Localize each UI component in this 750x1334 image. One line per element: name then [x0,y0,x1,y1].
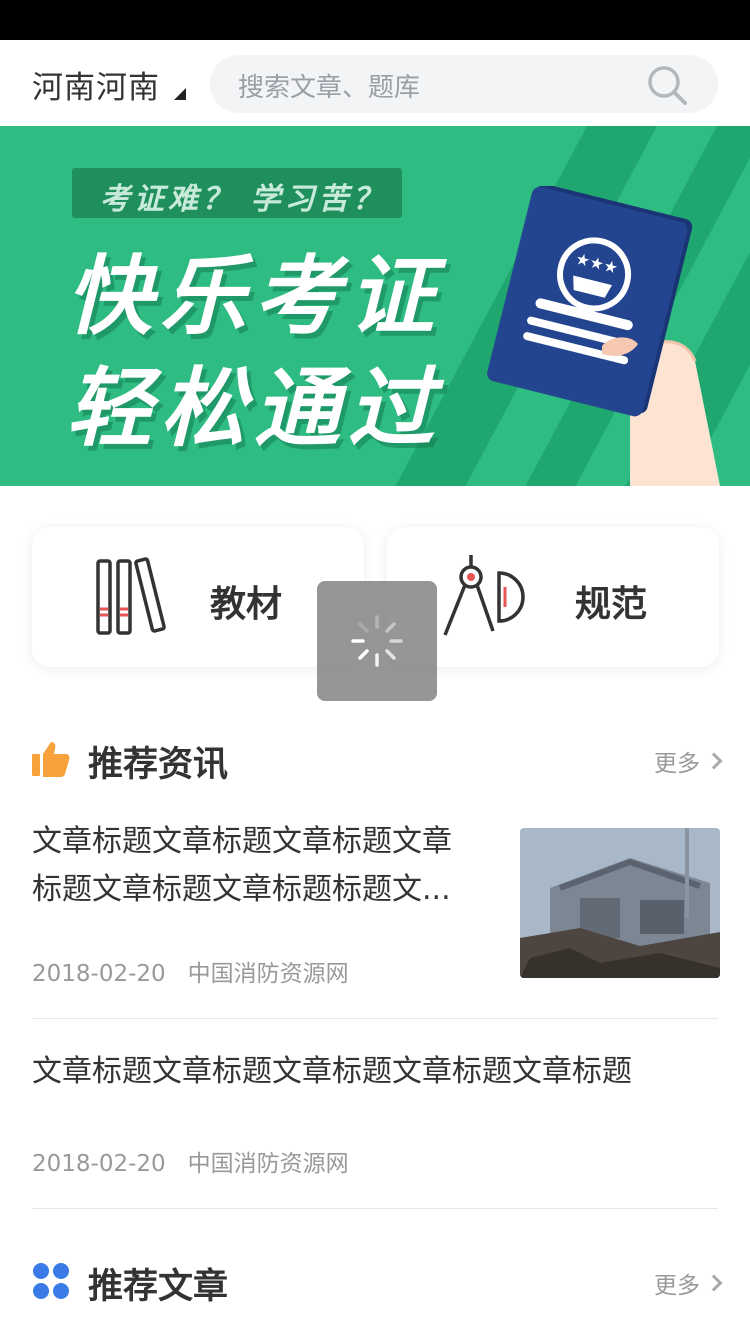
grid-dots-icon [33,1263,69,1299]
article-title-line: 标题文章标题文章标题标题文... [32,872,451,907]
article-title-line: 文章标题文章标题文章标题文章 [32,824,452,859]
section-title: 推荐资讯 [88,745,229,785]
status-bar [0,0,750,40]
news-section-header: 推荐资讯 更多 [32,736,723,785]
thumbs-up-icon [32,742,70,777]
category-label: 教材 [210,584,283,625]
region-label: 河南河南 [32,69,160,106]
more-label: 更多 [654,1273,700,1299]
divider [32,1018,718,1019]
banner-tag-text: 考证难？ 学习苦？ [100,182,387,217]
top-header: 河南河南 搜索文章、题库 [0,40,750,126]
search-icon[interactable] [646,64,688,106]
section-title: 推荐文章 [88,1267,229,1307]
chevron-right-icon [705,1274,723,1292]
category-label: 规范 [575,584,648,625]
article-title[interactable]: 文章标题文章标题文章标题文章 标题文章标题文章标题标题文... [32,818,502,914]
article-source: 中国消防资源网 [187,1151,349,1177]
chevron-right-icon [705,752,723,770]
article-meta: 2018-02-20 中国消防资源网 [32,954,349,988]
article-date: 2018-02-20 [32,1151,166,1177]
search-placeholder: 搜索文章、题库 [238,73,421,103]
more-link[interactable]: 更多 [654,744,723,778]
more-link[interactable]: 更多 [654,1266,723,1300]
category-card-textbooks[interactable]: 教材 [32,527,364,667]
dropdown-caret-icon [174,88,186,100]
search-input[interactable]: 搜索文章、题库 [210,55,718,113]
fire-ruins-image [520,828,720,978]
article-meta: 2018-02-20 中国消防资源网 [32,1144,349,1178]
loading-overlay [317,581,437,701]
article-source: 中国消防资源网 [187,961,349,987]
loading-spinner-icon [351,615,403,667]
promo-banner[interactable]: 考证难？ 学习苦？ 快乐考证 轻松通过 ★★★ [0,126,750,486]
divider [32,1208,718,1209]
more-label: 更多 [654,751,700,777]
article-date: 2018-02-20 [32,961,166,987]
region-selector[interactable]: 河南河南 [32,64,186,106]
article-title[interactable]: 文章标题文章标题文章标题文章标题文章标题 [32,1048,718,1096]
books-icon [96,557,166,635]
banner-headline-1: 快乐考证 [66,247,442,347]
article-title-line: 文章标题文章标题文章标题文章标题文章标题 [32,1054,632,1089]
banner-headline-2: 轻松通过 [66,359,442,459]
article-section-header: 推荐文章 更多 [32,1258,723,1307]
article-thumbnail[interactable] [520,828,720,978]
drafting-tools-icon [443,555,525,636]
passport-in-hand-icon: ★★★ [487,186,720,486]
